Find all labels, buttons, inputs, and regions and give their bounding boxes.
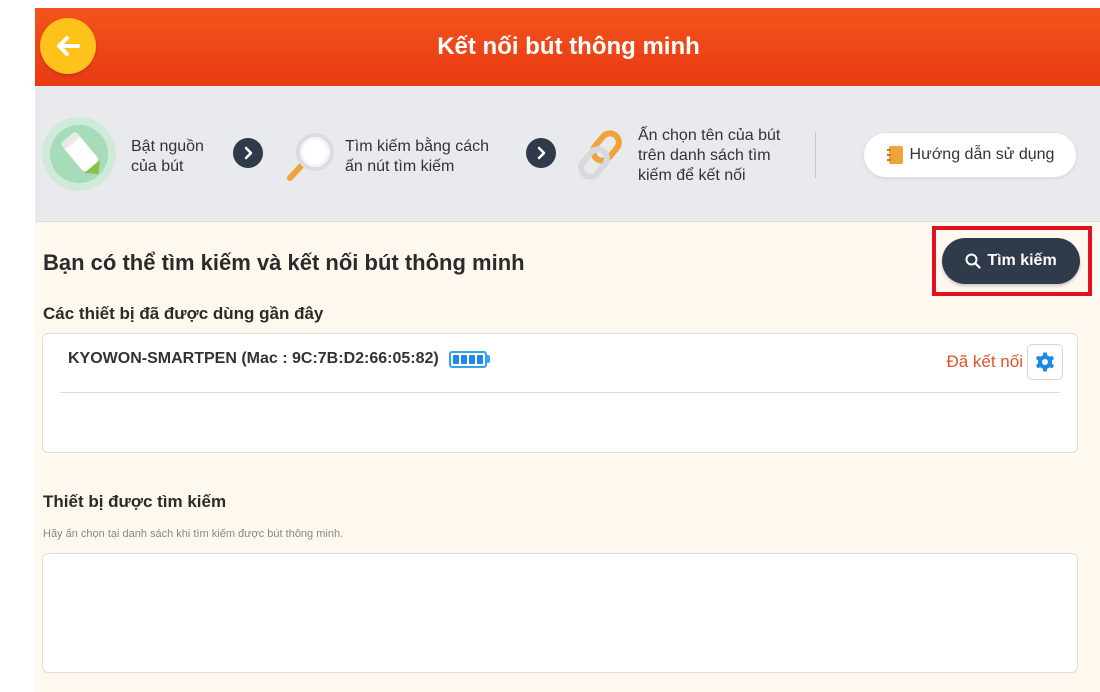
- content-area: Bạn có thể tìm kiếm và kết nối bút thông…: [35, 222, 1100, 692]
- device-settings-button[interactable]: [1027, 344, 1063, 380]
- chevron-right-icon: [233, 138, 263, 168]
- device-name: KYOWON-SMARTPEN (Mac : 9C:7B:D2:66:05:82…: [68, 350, 439, 367]
- pen-icon: [41, 116, 117, 197]
- gear-icon: [1036, 352, 1054, 372]
- connection-status: Đã kết nối: [946, 352, 1023, 371]
- magnifier-icon: [285, 130, 337, 187]
- found-devices-list: [42, 553, 1078, 673]
- search-button[interactable]: Tìm kiếm: [942, 238, 1080, 284]
- recent-devices-title: Các thiết bị đã được dùng gần đây: [43, 304, 324, 323]
- page-title: Kết nối bút thông minh: [437, 33, 700, 60]
- back-button[interactable]: [40, 18, 96, 74]
- row-divider: [60, 392, 1060, 393]
- main-heading: Bạn có thể tìm kiếm và kết nối bút thông…: [43, 250, 525, 275]
- arrow-left-icon: [57, 36, 80, 56]
- search-icon: [965, 253, 981, 269]
- battery-icon: [448, 350, 490, 368]
- step1-text: Bật nguồn của bút: [131, 138, 204, 175]
- divider: [815, 132, 816, 178]
- list-item[interactable]: KYOWON-SMARTPEN (Mac : 9C:7B:D2:66:05:82…: [68, 350, 490, 368]
- link-icon: [575, 128, 627, 187]
- step3-text: Ấn chọn tên của bút trên danh sách tìm k…: [638, 127, 781, 184]
- app-header: Kết nối bút thông minh: [35, 8, 1100, 86]
- steps-guide: Bật nguồn của bút Tìm kiếm bằng cách ấn …: [35, 86, 1100, 222]
- chevron-right-icon: [526, 138, 556, 168]
- found-devices-hint: Hãy ấn chọn tại danh sách khi tìm kiếm đ…: [43, 528, 344, 540]
- found-devices-title: Thiết bị được tìm kiếm: [43, 492, 227, 511]
- notebook-icon: [886, 146, 903, 164]
- guide-button[interactable]: Hướng dẫn sử dụng: [863, 132, 1077, 178]
- step2-text: Tìm kiếm bằng cách ấn nút tìm kiếm: [345, 138, 490, 175]
- recent-devices-list: KYOWON-SMARTPEN (Mac : 9C:7B:D2:66:05:82…: [42, 333, 1078, 453]
